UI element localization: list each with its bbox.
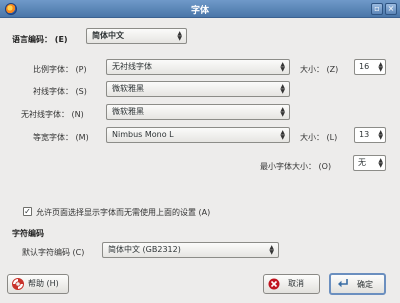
proportional-size-select[interactable]: 16 ▲ ▼	[354, 59, 386, 75]
updown-arrows-icon: ▲ ▼	[378, 157, 383, 169]
help-button-label: 帮助 (H)	[28, 279, 59, 288]
proportional-label: 比例字体： (P)	[33, 65, 87, 74]
proportional-select-value: 无衬线字体	[112, 62, 152, 71]
min-size-label: 最小字体大小： (O)	[260, 162, 332, 171]
updown-arrows-icon: ▲ ▼	[280, 83, 285, 95]
window-title: 字体	[190, 6, 209, 16]
check-icon: ✓	[24, 207, 31, 216]
sans-serif-label: 无衬线字体： (N)	[21, 110, 84, 119]
cancel-button-label: 取消	[288, 279, 304, 288]
serif-label: 衬线字体： (S)	[33, 87, 87, 96]
allow-page-fonts-label[interactable]: 允许页面选择显示字体而无需使用上面的设置 (A)	[36, 207, 210, 218]
sans-serif-select-value: 微软雅黑	[112, 107, 144, 116]
updown-arrows-icon: ▲ ▼	[280, 129, 285, 141]
ok-button-label: 确定	[357, 280, 373, 289]
updown-arrows-icon: ▲ ▼	[269, 244, 274, 256]
default-encoding-select[interactable]: 简体中文 (GB2312) ▲ ▼	[102, 242, 279, 258]
language-select[interactable]: 简体中文 ▲ ▼	[86, 28, 187, 44]
close-button[interactable]: ×	[385, 3, 397, 15]
proportional-select[interactable]: 无衬线字体 ▲ ▼	[106, 59, 290, 75]
min-size-value: 无	[358, 158, 366, 167]
maximize-button[interactable]: ▫	[371, 3, 383, 15]
language-label: 语言编码： (E)	[12, 35, 68, 44]
updown-arrows-icon: ▲ ▼	[280, 106, 285, 118]
maximize-icon: ▫	[374, 4, 380, 13]
proportional-size-value: 16	[359, 62, 370, 71]
enter-arrow-icon	[338, 279, 348, 288]
title-bar: 字体 ▫ ×	[0, 0, 400, 18]
monospace-size-value: 13	[359, 130, 370, 139]
monospace-select[interactable]: Nimbus Mono L ▲ ▼	[106, 127, 290, 143]
cancel-button[interactable]: 取消	[263, 274, 320, 294]
min-size-select[interactable]: 无 ▲ ▼	[353, 155, 386, 171]
sans-serif-select[interactable]: 微软雅黑 ▲ ▼	[106, 104, 290, 120]
help-button[interactable]: 帮助 (H)	[7, 274, 69, 294]
monospace-select-value: Nimbus Mono L	[112, 130, 174, 139]
updown-arrows-icon: ▲ ▼	[378, 129, 383, 141]
updown-arrows-icon: ▲ ▼	[280, 61, 285, 73]
allow-page-fonts-checkbox[interactable]: ✓	[23, 207, 32, 216]
default-encoding-label: 默认字符编码 (C)	[22, 248, 85, 257]
lifebuoy-icon	[12, 278, 24, 290]
language-select-value: 简体中文	[92, 31, 124, 40]
monospace-size-label: 大小： (L)	[300, 133, 338, 142]
encoding-section-title: 字符编码	[12, 229, 44, 238]
monospace-label: 等宽字体： (M)	[33, 133, 89, 142]
updown-arrows-icon: ▲ ▼	[177, 30, 182, 42]
ok-button[interactable]: 确定	[329, 273, 386, 295]
cancel-icon	[268, 278, 280, 290]
serif-select-value: 微软雅黑	[112, 84, 144, 93]
serif-select[interactable]: 微软雅黑 ▲ ▼	[106, 81, 290, 97]
default-encoding-value: 简体中文 (GB2312)	[108, 245, 181, 254]
updown-arrows-icon: ▲ ▼	[378, 61, 383, 73]
proportional-size-label: 大小： (Z)	[300, 65, 339, 74]
close-icon: ×	[387, 4, 395, 13]
monospace-size-select[interactable]: 13 ▲ ▼	[354, 127, 386, 143]
